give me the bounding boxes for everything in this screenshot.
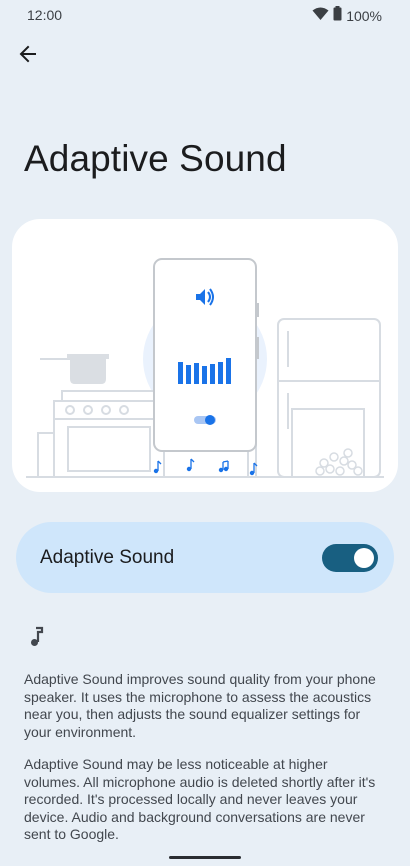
status-bar: 12:00 100% [0,0,410,32]
adaptive-sound-illustration [26,258,384,478]
battery-percent: 100% [346,8,382,24]
illustration-card [12,219,398,492]
adaptive-sound-toggle-row[interactable]: Adaptive Sound [16,522,394,593]
toggle-icon [194,415,216,425]
status-time: 12:00 [27,7,63,23]
status-icons: 100% [312,6,382,26]
description-paragraph-1: Adaptive Sound improves sound quality fr… [24,671,376,740]
battery-icon [333,6,342,26]
description-paragraph-2: Adaptive Sound may be less noticeable at… [24,756,376,842]
switch-thumb [354,548,374,568]
music-note-icon [153,458,258,476]
music-note-icon [27,625,45,649]
gesture-nav-handle[interactable] [169,856,241,859]
back-button[interactable] [12,40,44,72]
wifi-icon [312,7,329,26]
adaptive-sound-switch[interactable] [322,544,378,572]
adaptive-sound-label: Adaptive Sound [40,547,175,568]
arrow-back-icon [18,44,38,69]
page-title: Adaptive Sound [24,138,287,179]
